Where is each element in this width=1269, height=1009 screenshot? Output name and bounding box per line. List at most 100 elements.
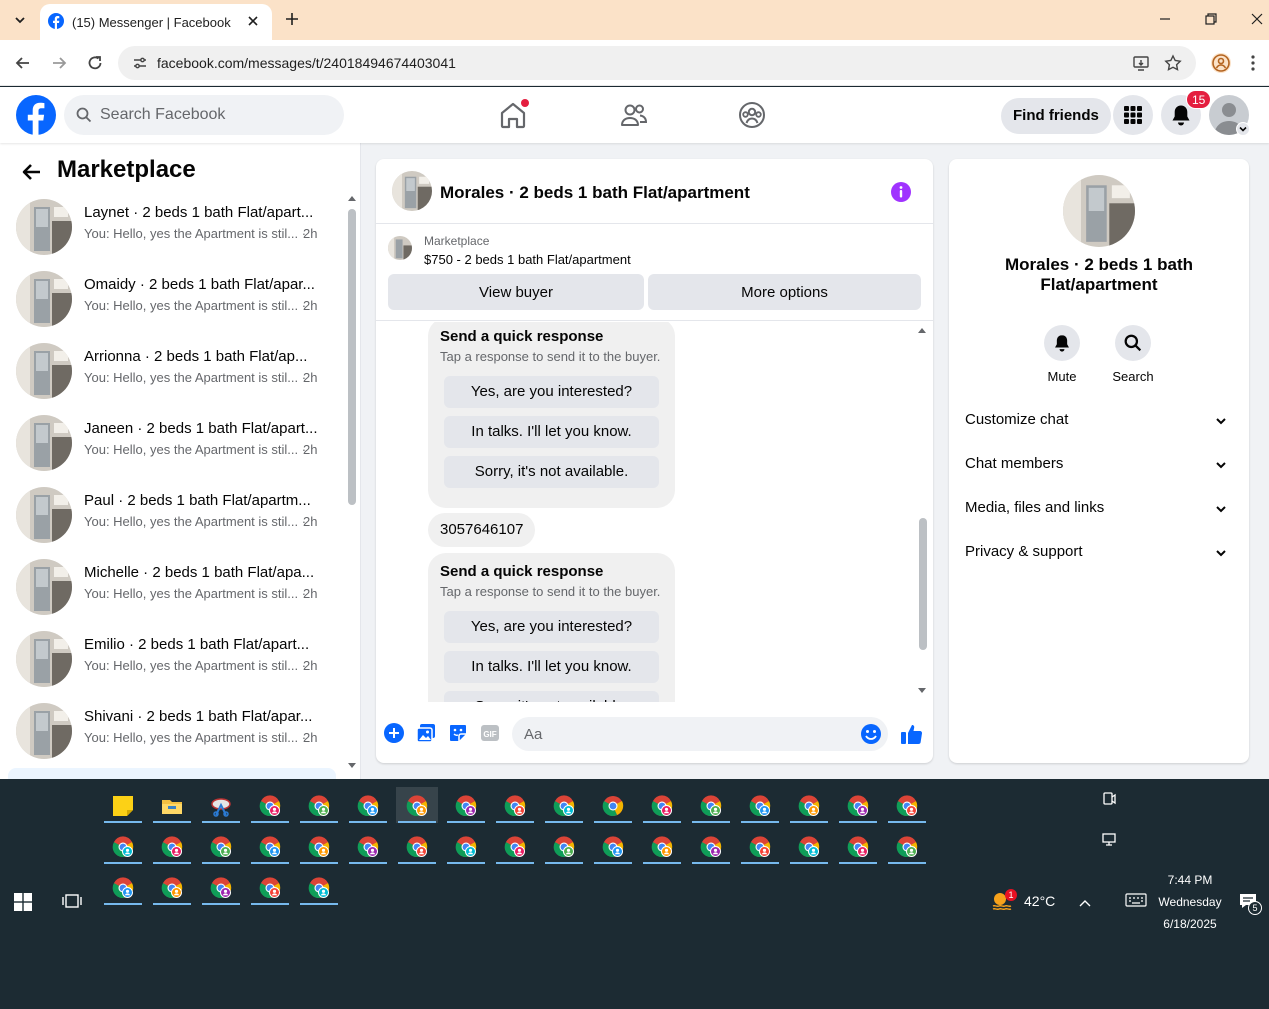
conversation-item[interactable]: Michelle · 2 beds 1 bath Flat/apa... You…: [8, 549, 340, 621]
chrome-profile-taskbar-icon[interactable]: [151, 869, 193, 905]
quick-reply-not-available-button[interactable]: Sorry, it's not available.: [444, 691, 659, 702]
show-hidden-icons-chevron-icon[interactable]: [1077, 895, 1093, 911]
chrome-profile-taskbar-icon[interactable]: [200, 828, 242, 864]
facebook-search-box[interactable]: [64, 95, 344, 135]
chrome-profile-taskbar-icon[interactable]: [543, 787, 585, 823]
bookmark-star-icon[interactable]: [1164, 54, 1182, 72]
address-bar[interactable]: facebook.com/messages/t/2401849467440304…: [118, 46, 1196, 80]
install-app-icon[interactable]: [1132, 54, 1150, 72]
chrome-profile-taskbar-icon[interactable]: [102, 869, 144, 905]
conversation-item[interactable]: Paul · 2 beds 1 bath Flat/apartm... You:…: [8, 477, 340, 549]
thread-scrollbar[interactable]: [916, 322, 930, 702]
quick-reply-not-available-button[interactable]: Sorry, it's not available.: [444, 456, 659, 488]
view-buyer-button[interactable]: View buyer: [388, 274, 644, 310]
chrome-profile-taskbar-icon[interactable]: [543, 828, 585, 864]
chrome-profile-taskbar-icon[interactable]: [102, 828, 144, 864]
browser-tab-active[interactable]: (15) Messenger | Facebook: [40, 4, 272, 40]
quick-reply-in-talks-button[interactable]: In talks. I'll let you know.: [444, 416, 659, 448]
chrome-profile-taskbar-icon[interactable]: [494, 787, 536, 823]
account-chevron-down-icon[interactable]: [1236, 122, 1250, 136]
meet-now-icon[interactable]: [1101, 791, 1117, 807]
conversation-item[interactable]: Shivani · 2 beds 1 bath Flat/apar... You…: [8, 693, 340, 765]
chrome-profile-taskbar-icon[interactable]: [298, 787, 340, 823]
chrome-profile-taskbar-icon[interactable]: [396, 828, 438, 864]
customize-chat-section[interactable]: Customize chat: [957, 401, 1241, 441]
facebook-logo-icon[interactable]: [16, 95, 56, 135]
back-arrow-icon[interactable]: [14, 54, 32, 72]
minimize-window-icon[interactable]: [1158, 12, 1172, 26]
mute-action[interactable]: Mute: [1032, 323, 1092, 384]
chrome-profile-taskbar-icon[interactable]: [445, 787, 487, 823]
conversation-item[interactable]: Janeen · 2 beds 1 bath Flat/apart... You…: [8, 405, 340, 477]
chrome-profile-taskbar-icon[interactable]: [249, 869, 291, 905]
chrome-profile-taskbar-icon[interactable]: [837, 787, 879, 823]
scroll-up-arrow-icon[interactable]: [348, 195, 356, 201]
chrome-profile-taskbar-icon[interactable]: [886, 787, 928, 823]
find-friends-button[interactable]: Find friends: [1001, 98, 1111, 134]
conversation-info-icon[interactable]: [890, 181, 912, 203]
chrome-profile-taskbar-icon[interactable]: [641, 828, 683, 864]
close-tab-icon[interactable]: [246, 14, 260, 28]
chrome-profile-taskbar-icon[interactable]: [690, 828, 732, 864]
file-explorer-taskbar-icon[interactable]: [151, 787, 193, 823]
gif-icon[interactable]: GIF: [480, 723, 500, 743]
chrome-profile-taskbar-icon[interactable]: [494, 828, 536, 864]
sidebar-scrollbar[interactable]: [346, 195, 358, 771]
scroll-down-arrow-icon[interactable]: [348, 763, 356, 769]
chrome-profile-taskbar-icon[interactable]: [592, 828, 634, 864]
chrome-profile-taskbar-icon[interactable]: [347, 787, 389, 823]
forward-arrow-icon[interactable]: [50, 54, 68, 72]
chrome-profile-taskbar-icon[interactable]: [788, 828, 830, 864]
temperature-text[interactable]: 42°C: [1024, 893, 1055, 909]
system-clock[interactable]: 7:44 PM Wednesday 6/18/2025: [1150, 869, 1230, 935]
chrome-profile-taskbar-icon[interactable]: [298, 869, 340, 905]
chrome-profile-taskbar-icon[interactable]: [641, 787, 683, 823]
back-arrow-icon[interactable]: [20, 160, 44, 184]
touch-keyboard-icon[interactable]: [1125, 893, 1147, 907]
add-attachment-plus-icon[interactable]: [384, 723, 404, 743]
media-files-links-section[interactable]: Media, files and links: [957, 489, 1241, 529]
conversation-item[interactable]: Omaidy · 2 beds 1 bath Flat/apar... You:…: [8, 261, 340, 333]
chrome-taskbar-icon[interactable]: [592, 787, 634, 823]
scrollbar-thumb[interactable]: [348, 209, 356, 505]
groups-nav-icon[interactable]: [738, 101, 766, 129]
reload-icon[interactable]: [86, 54, 104, 72]
windows-start-icon[interactable]: [14, 893, 32, 911]
chrome-profile-taskbar-icon[interactable]: [886, 828, 928, 864]
scroll-down-arrow-icon[interactable]: [918, 688, 926, 694]
conversation-item[interactable]: Laynet · 2 beds 1 bath Flat/apart... You…: [8, 189, 340, 261]
restore-window-icon[interactable]: [1204, 12, 1218, 26]
new-tab-plus-icon[interactable]: [283, 10, 301, 28]
chrome-profile-taskbar-icon[interactable]: [200, 869, 242, 905]
chrome-profile-taskbar-icon[interactable]: [445, 828, 487, 864]
chrome-profile-taskbar-icon[interactable]: [739, 787, 781, 823]
facebook-search-input[interactable]: [100, 95, 330, 135]
more-options-button[interactable]: More options: [648, 274, 921, 310]
photo-gallery-icon[interactable]: [416, 723, 436, 743]
quick-reply-in-talks-button[interactable]: In talks. I'll let you know.: [444, 651, 659, 683]
chrome-profile-taskbar-icon[interactable]: [298, 828, 340, 864]
browser-menu-icon[interactable]: [1250, 54, 1256, 72]
chrome-profile-taskbar-icon[interactable]: [347, 828, 389, 864]
search-action[interactable]: Search: [1103, 323, 1163, 384]
task-view-icon[interactable]: [62, 892, 82, 910]
mute-bell-icon[interactable]: [1044, 325, 1080, 361]
scrollbar-thumb[interactable]: [919, 518, 927, 650]
apps-menu-icon[interactable]: [1113, 95, 1153, 135]
sticky-notes-taskbar-icon[interactable]: [102, 787, 144, 823]
message-input[interactable]: [512, 717, 888, 751]
chat-title[interactable]: Morales · 2 beds 1 bath Flat/apartment: [440, 183, 750, 203]
chrome-profile-taskbar-icon[interactable]: [151, 828, 193, 864]
quick-reply-interested-button[interactable]: Yes, are you interested?: [444, 376, 659, 408]
browser-profile-icon[interactable]: [1210, 52, 1232, 74]
listing-price[interactable]: $750 - 2 beds 1 bath Flat/apartment: [424, 252, 631, 267]
thumbs-up-like-icon[interactable]: [900, 722, 924, 746]
chrome-profile-taskbar-icon[interactable]: [837, 828, 879, 864]
quick-reply-interested-button[interactable]: Yes, are you interested?: [444, 611, 659, 643]
display-icon[interactable]: [1101, 831, 1117, 847]
chrome-profile-taskbar-icon[interactable]: [788, 787, 830, 823]
conversation-item-selected[interactable]: [8, 768, 336, 779]
chrome-profile-taskbar-icon[interactable]: [249, 828, 291, 864]
chrome-profile-taskbar-icon[interactable]: [739, 828, 781, 864]
conversation-item[interactable]: Arrionna · 2 beds 1 bath Flat/ap... You:…: [8, 333, 340, 405]
